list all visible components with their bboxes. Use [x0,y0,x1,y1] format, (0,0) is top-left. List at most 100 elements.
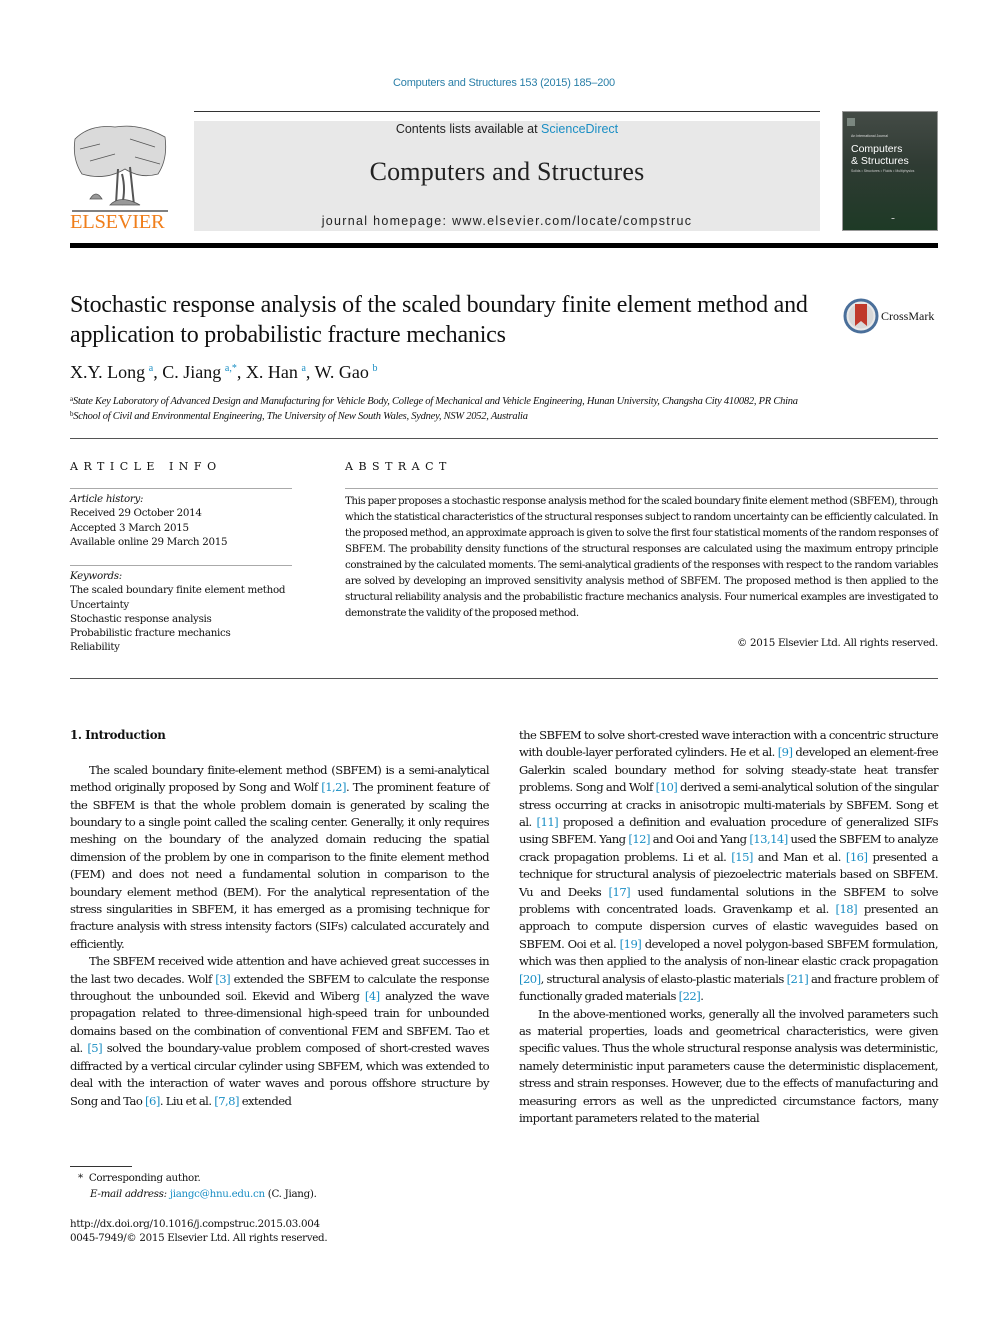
citation-link[interactable]: [13,14] [749,832,788,846]
author-separator: , [236,362,246,382]
divider [70,678,938,679]
author-list: X.Y. Long a, C. Jiang a,*, X. Han a, W. … [70,362,378,383]
citation-link[interactable]: [7,8] [214,1094,239,1108]
abstract-heading: ABSTRACT [345,460,452,473]
header-thick-rule [70,243,938,248]
journal-masthead: Contents lists available at ScienceDirec… [194,121,820,231]
citation-link[interactable]: [21] [787,972,809,986]
affiliation-marker[interactable]: b [373,363,378,374]
sciencedirect-link[interactable]: ScienceDirect [541,122,618,136]
citation-link[interactable]: [15] [731,850,753,864]
paragraph-text: and Ooi and Yang [649,832,750,847]
paragraph-text: extended [238,1093,292,1108]
contents-prefix: Contents lists available at [395,122,542,136]
footnote-rule [70,1166,132,1167]
author[interactable]: C. Jiang a,*, [162,362,246,382]
cover-title-line2: & Structures [851,155,909,167]
keywords-label: Keywords: [70,570,122,582]
history-item: Available online 29 March 2015 [70,535,228,548]
affiliation-a: aState Key Laboratory of Advanced Design… [70,395,950,407]
email-note: E-mail address: jiangc@hnu.edu.cn (C. Ji… [90,1186,317,1202]
section-heading: 1. Introduction [70,728,166,742]
citation-link[interactable]: [1,2] [321,780,346,794]
author-separator: , [153,362,163,382]
keywords: Keywords: The scaled boundary finite ele… [70,569,285,655]
author-separator: , [305,362,315,382]
history-label: Article history: [70,493,144,505]
keyword: Stochastic response analysis [70,612,212,625]
keyword: Reliability [70,641,120,654]
author-name[interactable]: X. Han [246,362,298,382]
citation-link[interactable]: [22] [679,989,701,1003]
citation-link[interactable]: [19] [620,937,642,951]
abstract-text: This paper proposes a stochastic respons… [345,495,938,619]
elsevier-wordmark[interactable]: ELSEVIER [70,211,174,234]
citation-link[interactable]: [18] [835,902,857,916]
journal-homepage-link[interactable]: journal homepage: www.elsevier.com/locat… [194,214,820,228]
crossmark-icon[interactable] [843,298,879,334]
journal-name: Computers and Structures [369,157,645,186]
citation-link[interactable]: [6] [145,1094,160,1108]
affiliation-text: School of Civil and Environmental Engine… [73,411,528,422]
cover-subtitle: An International Journal [851,134,888,138]
author[interactable]: W. Gao b [315,362,378,382]
citation-link[interactable]: [16] [846,850,868,864]
journal-citation-link[interactable]: Computers and Structures 153 (2015) 185–… [0,77,992,89]
body-column-right: the SBFEM to solve short-crested wave in… [519,727,939,1128]
paragraph: the SBFEM to solve short-crested wave in… [519,727,939,1006]
email-label: E-mail address: [90,1188,167,1200]
paragraph-text: In the above-mentioned works, generally … [519,1006,939,1125]
paragraph-text: . Liu et al. [159,1093,215,1108]
divider [345,488,938,489]
corresponding-author-note: * Corresponding author. [78,1170,201,1186]
article-history: Article history: Received 29 October 201… [70,492,228,549]
divider [70,438,938,439]
keyword: Probabilistic fracture mechanics [70,627,231,640]
paragraph: The scaled boundary finite-element metho… [70,762,490,953]
paragraph-text: . [700,989,704,1004]
article-info-heading: ARTICLE INFO [70,460,222,473]
paragraph-text: and Man et al. [752,849,846,864]
cover-publisher-mark: ▬ [891,216,895,220]
journal-cover-thumbnail[interactable]: An International Journal Computers & Str… [842,111,938,231]
article-title: Stochastic response analysis of the scal… [70,292,808,348]
paragraph-text: . The prominent feature of the SBFEM is … [70,780,490,951]
affiliation-b: bSchool of Civil and Environmental Engin… [70,410,950,422]
citation-link[interactable]: [9] [778,745,793,759]
abstract-copyright: © 2015 Elsevier Ltd. All rights reserved… [737,637,938,649]
history-item: Received 29 October 2014 [70,507,202,520]
crossmark-label[interactable]: CrossMark [881,309,934,324]
header-top-rule [194,111,820,112]
citation-link[interactable]: [11] [537,815,559,829]
author-name[interactable]: W. Gao [315,362,369,382]
issn-copyright: 0045-7949/© 2015 Elsevier Ltd. All right… [70,1232,328,1244]
contents-line: Contents lists available at ScienceDirec… [194,122,820,136]
affiliation-marker[interactable]: a,* [225,363,237,374]
keyword: Uncertainty [70,598,129,611]
email-suffix: (C. Jiang). [264,1188,317,1200]
citation-link[interactable]: [10] [656,780,678,794]
footnote-mark: * [78,1172,83,1184]
history-item: Accepted 3 March 2015 [70,521,189,534]
paragraph: The SBFEM received wide attention and ha… [70,953,490,1110]
citation-link[interactable]: [3] [215,972,230,986]
footnote-text: Corresponding author. [88,1172,201,1184]
citation-link[interactable]: [5] [87,1041,102,1055]
author[interactable]: X. Han a, [246,362,315,382]
citation-link[interactable]: [20] [519,972,541,986]
body-column-left: 1. Introduction The scaled boundary fini… [70,727,490,1110]
paragraph: In the above-mentioned works, generally … [519,1006,939,1128]
citation-link[interactable]: [17] [609,885,631,899]
paragraph-text: , structural analysis of elasto-plastic … [540,971,787,986]
divider [70,565,292,566]
cover-title-line1: Computers [851,143,903,155]
author[interactable]: X.Y. Long a, [70,362,162,382]
citation-link[interactable]: [4] [365,989,380,1003]
divider [70,488,292,489]
author-name[interactable]: X.Y. Long [70,362,145,382]
cover-title: Computers & Structures [851,143,909,167]
affiliation-text: State Key Laboratory of Advanced Design … [72,396,798,407]
citation-link[interactable]: [12] [628,832,650,846]
email-link[interactable]: jiangc@hnu.edu.cn [170,1188,265,1200]
author-name[interactable]: C. Jiang [162,362,221,382]
